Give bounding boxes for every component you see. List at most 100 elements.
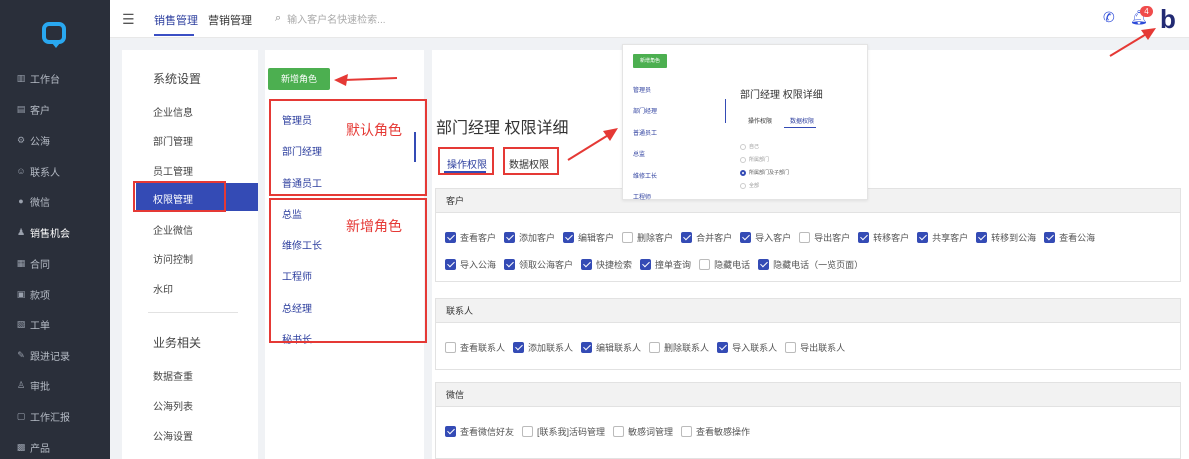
add-role-button[interactable]: 新增角色 — [268, 68, 330, 90]
annotation-box-data-tab — [503, 147, 559, 175]
checkbox[interactable] — [649, 342, 661, 353]
inset-radio-dept[interactable]: 所属部门 — [740, 156, 769, 163]
checkbox-checked[interactable] — [504, 259, 516, 270]
app-root: ▥ 工作台 ▤ 客户 ⚙ 公海 ☺ 联系人 ● 微信 ♟ 销售机会 ▦ 合同 ▣ 款项 ▧ 工单 … — [0, 0, 1189, 459]
settings-item-pool-settings[interactable]: 公海设置 — [153, 428, 193, 443]
annotation-box-operation-tab — [438, 147, 494, 175]
inset-role-item[interactable]: 部门经理 — [633, 106, 657, 115]
nav-item-followup[interactable]: ✎ 跟进记录 — [16, 347, 70, 363]
settings-nav: 系统设置 企业信息 部门管理 员工管理 企业微信 访问控制 水印 业务相关 数据… — [122, 50, 258, 459]
approval-icon: ♙ — [16, 379, 26, 390]
permission-label: 导出客户 — [814, 233, 851, 243]
checkbox[interactable] — [699, 259, 711, 270]
checkbox[interactable] — [681, 426, 693, 437]
section-title-system: 系统设置 — [153, 72, 202, 86]
inset-tab-operation[interactable]: 操作权限 — [748, 116, 772, 125]
permission-label: 查看客户 — [460, 233, 497, 243]
nav-label: 审批 — [30, 381, 50, 393]
checkbox-checked[interactable] — [581, 342, 593, 353]
checkbox-checked[interactable] — [717, 342, 729, 353]
permission-label: 导入联系人 — [732, 343, 778, 353]
permission-label: 添加客户 — [519, 233, 556, 243]
contract-icon: ▦ — [16, 257, 26, 268]
permission-label: 导入客户 — [755, 233, 792, 243]
checkbox-checked[interactable] — [445, 426, 456, 437]
tab-sales-management[interactable]: 销售管理 — [154, 12, 198, 28]
inset-radio-all[interactable]: 全部 — [740, 182, 759, 189]
tab-marketing-management[interactable]: 营销管理 — [208, 12, 252, 28]
customer-icon: ▤ — [16, 103, 26, 114]
checkbox[interactable] — [785, 342, 797, 353]
inset-radio-dept-sub[interactable]: 所属部门及子部门 — [740, 169, 789, 176]
permission-label: 共享客户 — [932, 233, 969, 243]
inset-title: 部门经理 权限详细 — [740, 90, 823, 101]
settings-item-departments[interactable]: 部门管理 — [153, 133, 193, 148]
checkbox-checked[interactable] — [640, 259, 652, 270]
nav-item-approval[interactable]: ♙ 审批 — [16, 377, 50, 393]
nav-item-payment[interactable]: ▣ 款项 — [16, 286, 50, 302]
checkbox-checked[interactable] — [563, 232, 575, 243]
checkbox[interactable] — [622, 232, 634, 243]
nav-label: 款项 — [30, 290, 50, 302]
checkbox-checked[interactable] — [976, 232, 988, 243]
inset-role-item[interactable]: 普通员工 — [633, 128, 657, 137]
top-bar: ☰ 销售管理 营销管理 ⌕ 输入客户名快速检索... ✆ 🔔︎ 4 b — [110, 0, 1189, 38]
settings-item-watermark[interactable]: 水印 — [153, 281, 173, 296]
permission-label: 查看公海 — [1059, 233, 1096, 243]
left-sidebar: ▥ 工作台 ▤ 客户 ⚙ 公海 ☺ 联系人 ● 微信 ♟ 销售机会 ▦ 合同 ▣ 款项 ▧ 工单 … — [0, 0, 110, 459]
checkbox-checked[interactable] — [758, 259, 770, 270]
checkbox[interactable] — [613, 426, 625, 437]
checkbox-checked[interactable] — [740, 232, 752, 243]
permission-label: 导出联系人 — [800, 343, 846, 353]
nav-item-public-pool[interactable]: ⚙ 公海 — [16, 132, 50, 148]
inset-role-item[interactable]: 总监 — [633, 149, 645, 158]
nav-item-contact[interactable]: ☺ 联系人 — [16, 163, 60, 179]
inset-add-role-button[interactable]: 新增角色 — [633, 54, 667, 68]
settings-item-pool-list[interactable]: 公海列表 — [153, 398, 193, 413]
permission-row: 导入公海 领取公海客户 快捷检索 撞单查询 隐藏电话 隐藏电话（一览页面） — [445, 258, 871, 271]
inset-radio-self[interactable]: 自己 — [740, 143, 759, 150]
checkbox-checked[interactable] — [581, 259, 593, 270]
checkbox[interactable] — [445, 342, 456, 353]
nav-label: 销售机会 — [30, 228, 70, 240]
inset-role-item[interactable]: 管理员 — [633, 85, 651, 94]
settings-item-enterprise-wechat[interactable]: 企业微信 — [153, 222, 193, 237]
nav-item-ticket[interactable]: ▧ 工单 — [16, 316, 50, 332]
checkbox-checked[interactable] — [1044, 232, 1056, 243]
checkbox[interactable] — [522, 426, 534, 437]
nav-item-contract[interactable]: ▦ 合同 — [16, 255, 50, 271]
nav-item-dashboard[interactable]: ▥ 工作台 — [16, 70, 60, 86]
nav-item-report[interactable]: ▢ 工作汇报 — [16, 408, 70, 424]
nav-item-opportunity[interactable]: ♟ 销售机会 — [16, 224, 70, 240]
checkbox[interactable] — [799, 232, 811, 243]
checkbox-checked[interactable] — [445, 232, 456, 243]
nav-item-customer[interactable]: ▤ 客户 — [16, 101, 50, 117]
checkbox-checked[interactable] — [858, 232, 870, 243]
app-logo-icon[interactable] — [42, 22, 66, 48]
checkbox-checked[interactable] — [681, 232, 693, 243]
nav-label: 产品 — [30, 443, 50, 455]
nav-item-product[interactable]: ▩ 产品 — [16, 439, 50, 455]
permission-label: 快捷检索 — [596, 260, 633, 270]
checkbox-checked[interactable] — [917, 232, 929, 243]
settings-item-employees[interactable]: 员工管理 — [153, 163, 193, 178]
settings-item-company-info[interactable]: 企业信息 — [153, 104, 193, 119]
settings-item-dedup[interactable]: 数据查重 — [153, 368, 193, 383]
nav-label: 公海 — [30, 136, 50, 148]
search-input[interactable]: 输入客户名快速检索... — [287, 11, 385, 26]
inset-tab-data[interactable]: 数据权限 — [790, 116, 814, 125]
wechat-icon: ● — [18, 196, 24, 206]
brand-logo[interactable]: b — [1160, 4, 1176, 35]
menu-toggle-icon[interactable]: ☰ — [122, 11, 135, 28]
checkbox-checked[interactable] — [445, 259, 456, 270]
inset-role-item[interactable]: 维修工长 — [633, 171, 657, 180]
settings-item-access-control[interactable]: 访问控制 — [153, 251, 193, 266]
phone-icon[interactable]: ✆ — [1103, 9, 1115, 26]
checkbox-checked[interactable] — [513, 342, 525, 353]
group-title: 微信 — [436, 383, 1180, 407]
nav-item-wechat[interactable]: ● 微信 — [16, 193, 50, 209]
checkbox-checked[interactable] — [504, 232, 516, 243]
nav-label: 联系人 — [30, 167, 60, 179]
search-box[interactable]: ⌕ 输入客户名快速检索... — [275, 11, 386, 26]
inset-role-item[interactable]: 工程师 — [633, 192, 651, 201]
